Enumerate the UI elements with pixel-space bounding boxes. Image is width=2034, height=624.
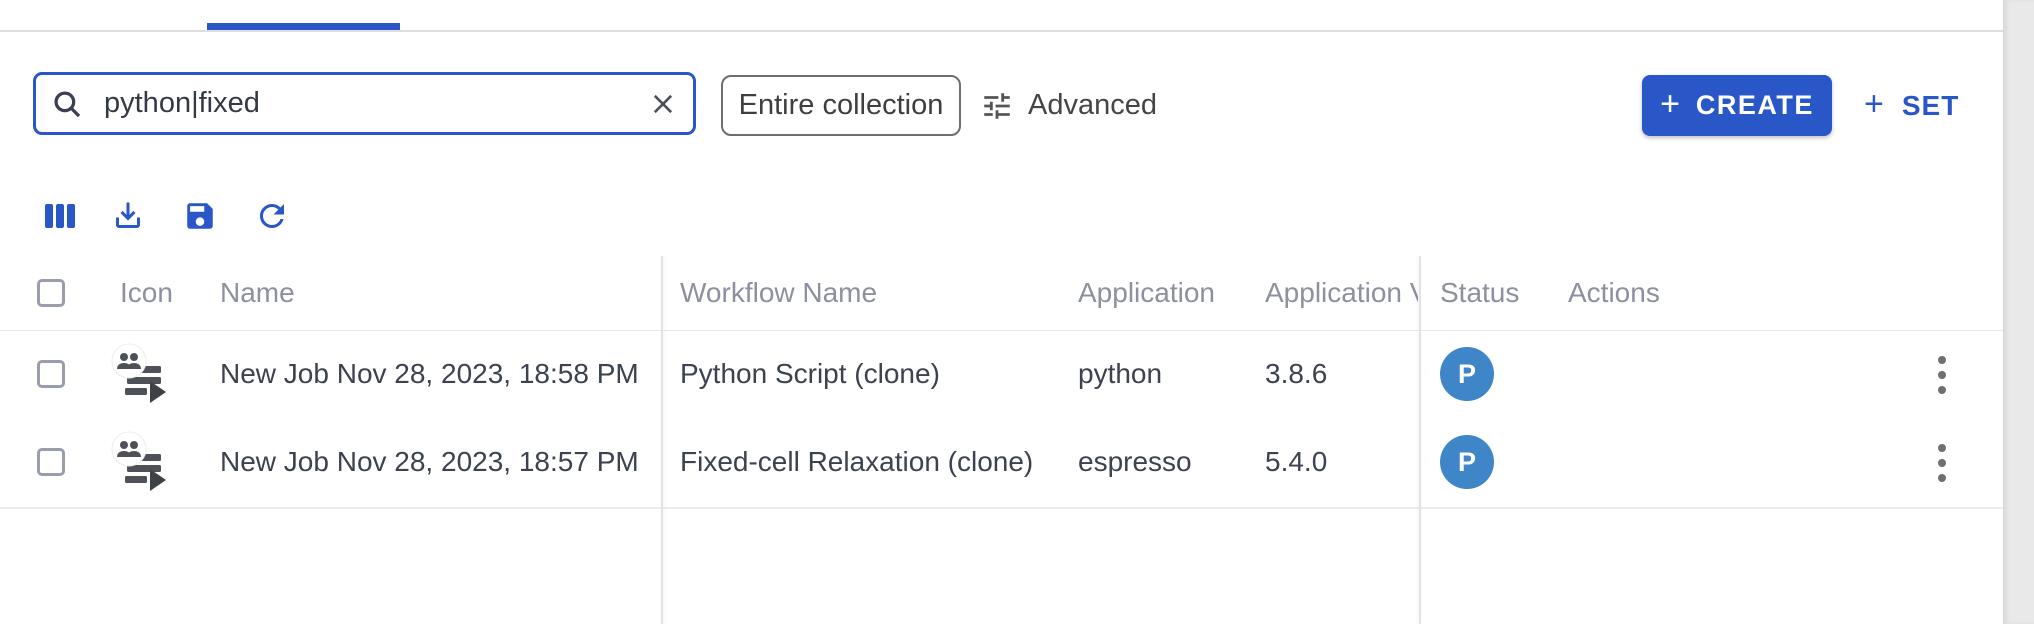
column-header-application-version[interactable]: Application Version — [1265, 256, 1418, 330]
tune-sliders-icon — [980, 89, 1014, 123]
download-icon[interactable] — [108, 196, 148, 236]
refresh-icon[interactable] — [252, 196, 292, 236]
kebab-menu-icon[interactable] — [1920, 433, 1964, 493]
search-input[interactable] — [102, 86, 649, 121]
column-header-workflow-name[interactable]: Workflow Name — [680, 256, 877, 330]
workflow-with-group-badge-and-play-icon — [110, 331, 172, 417]
columns-icon[interactable] — [40, 196, 80, 236]
column-header-name[interactable]: Name — [220, 256, 295, 330]
advanced-label: Advanced — [1028, 89, 1157, 122]
status-badge: P — [1440, 419, 1494, 505]
tabs-divider — [0, 30, 2034, 32]
plus-icon: + — [1660, 87, 1680, 121]
job-name: New Job Nov 28, 2023, 18:58 PM — [220, 331, 639, 417]
column-header-status[interactable]: Status — [1440, 256, 1519, 330]
column-header-application[interactable]: Application — [1078, 256, 1215, 330]
column-header-actions[interactable]: Actions — [1568, 256, 1660, 330]
save-icon[interactable] — [180, 196, 220, 236]
pinned-left-column-divider — [661, 256, 663, 624]
workflow-with-group-badge-and-play-icon — [110, 419, 172, 505]
status-badge: P — [1440, 331, 1494, 417]
create-button[interactable]: + CREATE — [1642, 75, 1832, 136]
kebab-menu-icon[interactable] — [1920, 345, 1964, 405]
application-version: 5.4.0 — [1265, 419, 1327, 505]
collection-scope-button[interactable]: Entire collection — [721, 75, 961, 136]
pinned-right-column-divider — [1419, 256, 1421, 624]
row-checkbox[interactable] — [37, 331, 65, 417]
column-header-icon[interactable]: Icon — [120, 256, 173, 330]
vertical-scrollbar[interactable] — [2003, 0, 2034, 624]
table-row[interactable]: New Job Nov 28, 2023, 18:58 PM Python Sc… — [0, 331, 2003, 421]
plus-icon: + — [1864, 87, 1884, 121]
table-header-row: Icon Name Workflow Name Application Appl… — [0, 256, 2003, 332]
workflow-name: Python Script (clone) — [680, 331, 940, 417]
application-name: espresso — [1078, 419, 1192, 505]
application-version: 3.8.6 — [1265, 331, 1327, 417]
search-box — [33, 72, 696, 135]
magnifier-icon — [50, 87, 84, 121]
set-button-label: SET — [1902, 90, 1959, 122]
row-checkbox[interactable] — [37, 419, 65, 505]
advanced-filters-button[interactable]: Advanced — [980, 75, 1157, 136]
page: Entire collection Advanced + CREATE + SE… — [0, 0, 2034, 624]
create-button-label: CREATE — [1696, 90, 1814, 121]
application-name: python — [1078, 331, 1162, 417]
set-button[interactable]: + SET — [1858, 75, 1965, 136]
clear-search-icon[interactable] — [649, 90, 677, 118]
job-name: New Job Nov 28, 2023, 18:57 PM — [220, 419, 639, 505]
table-row[interactable]: New Job Nov 28, 2023, 18:57 PM Fixed-cel… — [0, 419, 2003, 509]
select-all-checkbox[interactable] — [37, 256, 65, 330]
workflow-name: Fixed-cell Relaxation (clone) — [680, 419, 1033, 505]
